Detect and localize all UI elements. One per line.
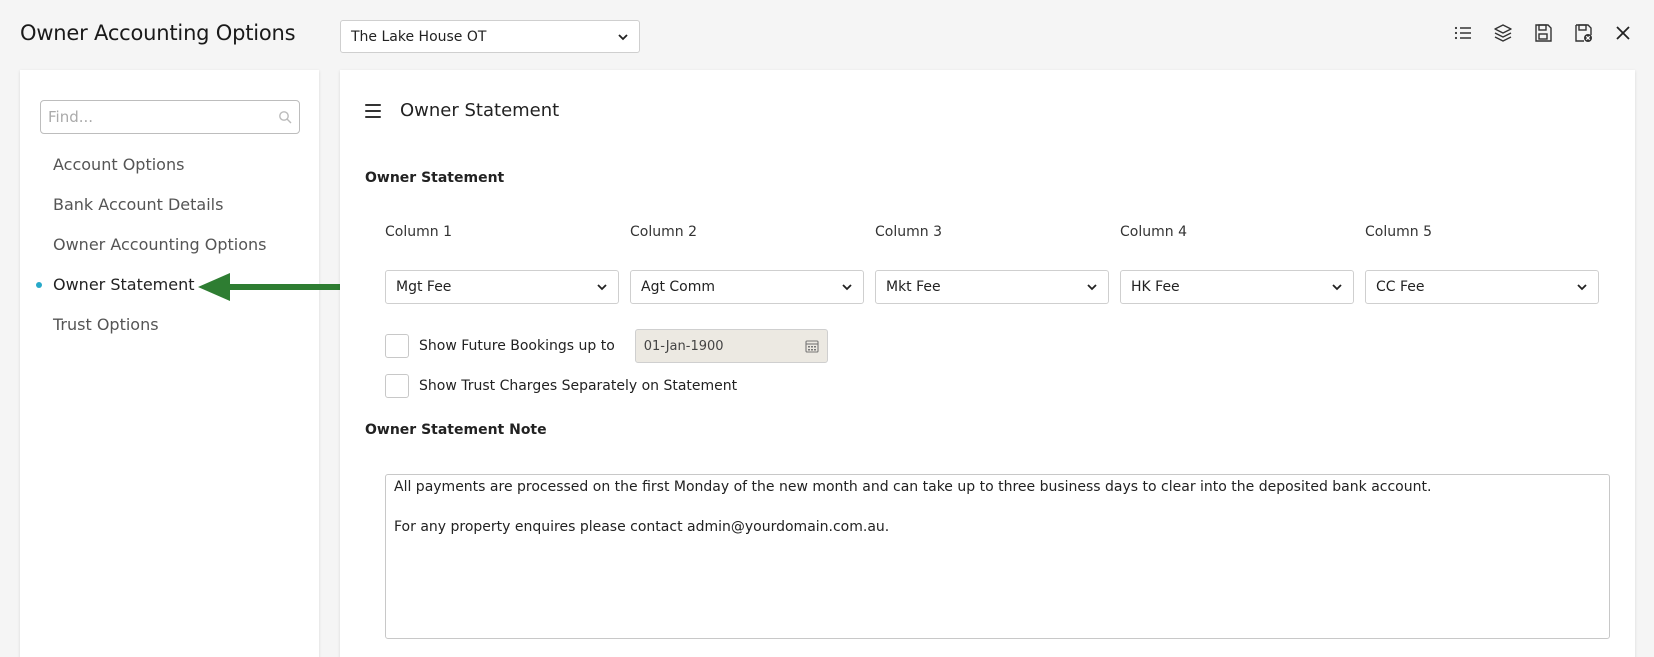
chevron-down-icon [597, 284, 607, 291]
column-3-label: Column 3 [875, 224, 942, 240]
property-select-value: The Lake House OT [351, 28, 487, 45]
sidebar-item-label: Bank Account Details [53, 195, 224, 214]
column-3-select[interactable]: Mkt Fee [875, 270, 1109, 304]
column-4-label: Column 4 [1120, 224, 1187, 240]
sidebar-item-account-options[interactable]: Account Options [20, 145, 319, 185]
list-icon [1454, 26, 1471, 40]
column-1-select[interactable]: Mgt Fee [385, 270, 619, 304]
chevron-down-icon [1577, 284, 1587, 291]
trust-charges-row: Show Trust Charges Separately on Stateme… [385, 374, 737, 398]
main-panel: Owner Statement Owner Statement Column 1… [340, 70, 1635, 657]
toolbar [1452, 22, 1634, 44]
hamburger-menu-icon[interactable] [365, 104, 381, 118]
sidebar-item-label: Owner Statement [53, 275, 195, 294]
sidebar-item-bank-account-details[interactable]: Bank Account Details [20, 185, 319, 225]
column-3-value: Mkt Fee [886, 279, 941, 295]
chevron-down-icon [842, 284, 852, 291]
future-bookings-date-value: 01-Jan-1900 [643, 338, 724, 354]
app-title: Owner Accounting Options [20, 21, 296, 45]
column-5-label: Column 5 [1365, 224, 1432, 240]
close-icon [1616, 26, 1630, 40]
save-icon [1535, 24, 1552, 42]
column-5-value: CC Fee [1376, 279, 1425, 295]
layers-button[interactable] [1492, 22, 1514, 44]
sidebar-item-label: Account Options [53, 155, 185, 174]
layers-icon [1494, 24, 1512, 42]
future-bookings-row: Show Future Bookings up to 01-Jan-1900 [385, 329, 828, 363]
column-5-select[interactable]: CC Fee [1365, 270, 1599, 304]
column-4-value: HK Fee [1131, 279, 1180, 295]
find-box [40, 100, 300, 134]
section-heading-owner-statement-note: Owner Statement Note [365, 422, 547, 438]
future-bookings-checkbox[interactable] [385, 334, 409, 358]
list-button[interactable] [1452, 22, 1474, 44]
save-button[interactable] [1532, 22, 1554, 44]
sidebar: Account Options Bank Account Details Own… [20, 70, 319, 657]
green-arrow-icon [198, 273, 354, 301]
column-4-select[interactable]: HK Fee [1120, 270, 1354, 304]
sidebar-item-trust-options[interactable]: Trust Options [20, 305, 319, 345]
column-2-label: Column 2 [630, 224, 697, 240]
chevron-down-icon [1332, 284, 1342, 291]
sidebar-item-owner-accounting-options[interactable]: Owner Accounting Options [20, 225, 319, 265]
chevron-down-icon [1087, 284, 1097, 291]
save-close-button[interactable] [1572, 22, 1594, 44]
trust-charges-label: Show Trust Charges Separately on Stateme… [419, 378, 738, 394]
search-icon[interactable] [278, 110, 292, 124]
sidebar-item-label: Owner Accounting Options [53, 235, 267, 254]
save-close-icon [1575, 24, 1592, 42]
sidebar-item-label: Trust Options [53, 315, 159, 334]
future-bookings-date-input[interactable]: 01-Jan-1900 [634, 329, 828, 363]
active-dot-icon [36, 282, 42, 288]
column-2-value: Agt Comm [641, 279, 716, 295]
owner-statement-note-textarea[interactable]: All payments are processed on the first … [385, 474, 1610, 639]
chevron-down-icon [618, 33, 628, 40]
search-input[interactable] [48, 108, 278, 126]
property-select[interactable]: The Lake House OT [340, 20, 640, 53]
calendar-icon[interactable] [805, 339, 819, 353]
section-heading-owner-statement: Owner Statement [365, 170, 505, 186]
column-2-select[interactable]: Agt Comm [630, 270, 864, 304]
page-title: Owner Statement [400, 100, 560, 121]
close-button[interactable] [1612, 22, 1634, 44]
column-1-label: Column 1 [385, 224, 452, 240]
sidebar-nav: Account Options Bank Account Details Own… [20, 145, 319, 345]
column-1-value: Mgt Fee [396, 279, 452, 295]
trust-charges-checkbox[interactable] [385, 374, 409, 398]
future-bookings-label: Show Future Bookings up to [419, 338, 615, 354]
